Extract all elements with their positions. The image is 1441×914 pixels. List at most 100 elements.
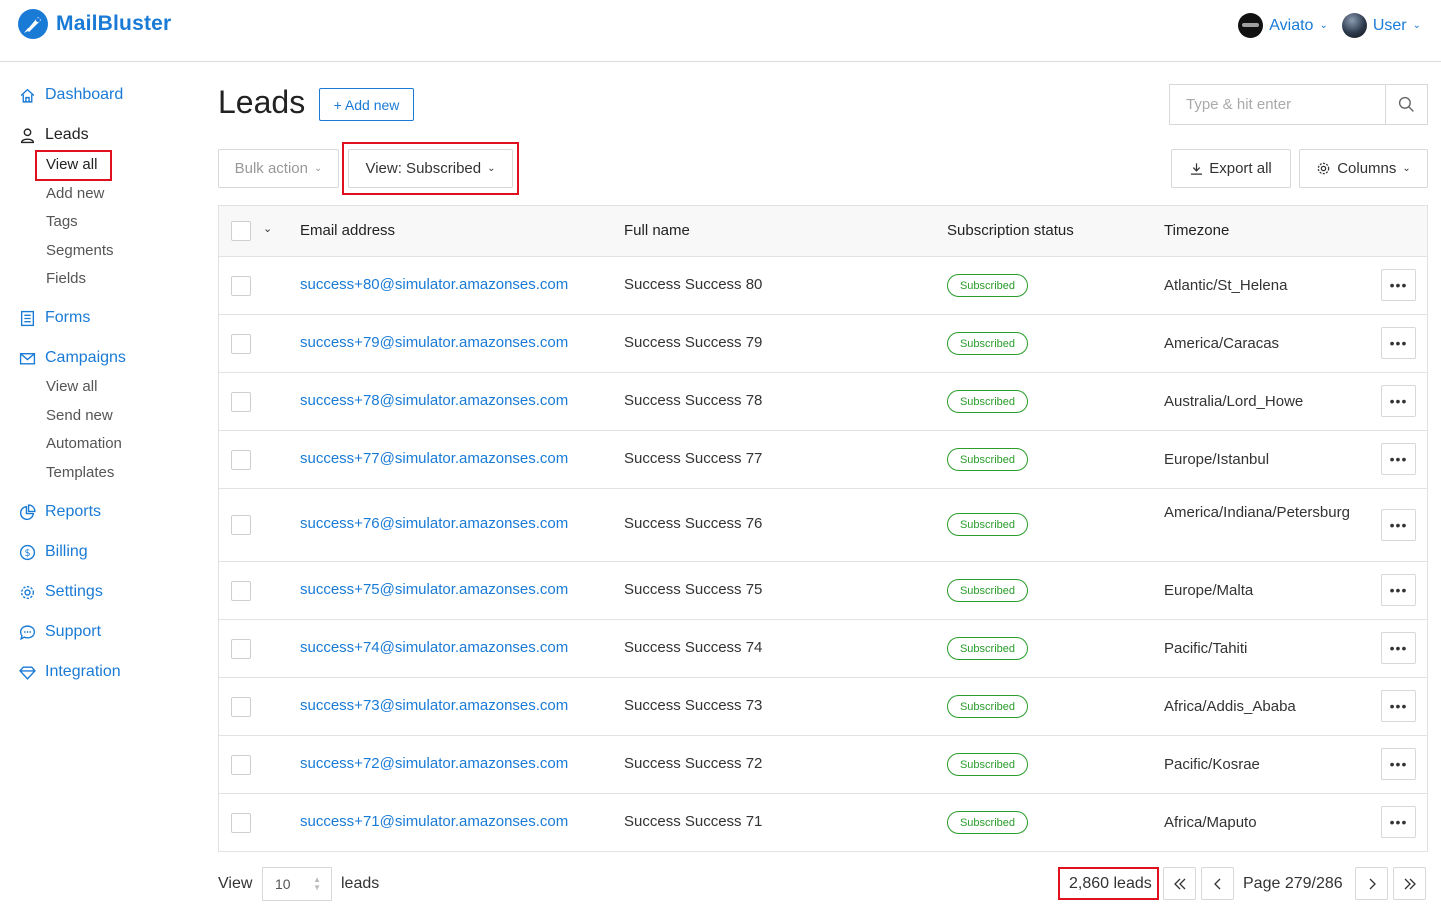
double-chevron-left-icon [1173,878,1185,889]
sidebar-item-label: Dashboard [45,86,124,103]
sidebar-item-dashboard[interactable]: Dashboard [19,86,123,104]
lead-email-link[interactable]: success+74@simulator.amazonses.com [300,639,568,656]
lead-full-name: Success Success 73 [624,697,763,714]
sidebar-item-campaigns[interactable]: Campaigns [19,349,126,367]
brand-logo[interactable]: MailBluster [18,9,171,39]
first-page-button[interactable] [1163,867,1196,900]
sidebar-item-reports[interactable]: Reports [19,503,101,521]
search-icon [1398,96,1414,112]
sidebar-item-label: Settings [45,583,103,600]
per-page-stepper[interactable]: 10 ▲ ▼ [262,867,332,901]
sidebar-subitem-leads-view-all[interactable]: View all [46,156,97,173]
lead-email-link[interactable]: success+77@simulator.amazonses.com [300,450,568,467]
page-title: Leads [218,84,306,120]
add-new-lead-button[interactable]: + Add new [319,88,414,121]
total-leads-count: 2,860 leads [1069,875,1152,892]
org-switcher[interactable]: Aviato ⌄ [1238,13,1328,38]
sidebar-item-settings[interactable]: Settings [19,583,103,601]
sidebar-item-leads[interactable]: Leads [19,126,89,144]
row-actions-button[interactable]: ••• [1381,806,1416,838]
next-page-button[interactable] [1355,867,1388,900]
row-checkbox[interactable] [231,392,251,412]
status-badge: Subscribed [947,811,1028,834]
per-page-prefix: View [218,875,253,892]
sidebar-subitem-automation[interactable]: Automation [46,435,122,452]
sidebar-subitem-templates[interactable]: Templates [46,464,114,481]
lead-email-link[interactable]: success+75@simulator.amazonses.com [300,581,568,598]
last-page-button[interactable] [1393,867,1426,900]
sidebar-subitem-campaigns-view-all[interactable]: View all [46,378,97,395]
bulk-action-dropdown[interactable]: Bulk action ⌄ [218,149,339,188]
table-row: success+74@simulator.amazonses.com Succe… [219,620,1427,678]
sidebar-item-support[interactable]: Support [19,623,101,641]
row-actions-button[interactable]: ••• [1381,443,1416,475]
row-checkbox[interactable] [231,639,251,659]
row-actions-button[interactable]: ••• [1381,327,1416,359]
table-header: ⌄ Email address Full name Subscription s… [219,206,1427,257]
export-all-button[interactable]: Export all [1171,149,1291,188]
dollar-icon: $ [19,544,36,560]
column-header-timezone[interactable]: Timezone [1164,222,1229,239]
chevron-down-icon: ⌄ [1412,20,1421,31]
envelope-icon [19,352,36,365]
lead-timezone: Africa/Addis_Ababa [1164,698,1296,715]
lead-full-name: Success Success 74 [624,639,763,656]
select-all-checkbox[interactable] [231,221,251,241]
chevron-down-icon[interactable]: ⌄ [263,222,272,235]
row-actions-button[interactable]: ••• [1381,385,1416,417]
status-badge: Subscribed [947,448,1028,471]
column-header-full-name[interactable]: Full name [624,222,690,239]
sidebar-subitem-tags[interactable]: Tags [46,213,78,230]
row-checkbox[interactable] [231,276,251,296]
lead-email-link[interactable]: success+73@simulator.amazonses.com [300,697,568,714]
stepper-arrows-icon: ▲ ▼ [313,875,321,892]
export-all-label: Export all [1209,160,1272,177]
row-checkbox[interactable] [231,755,251,775]
row-actions-button[interactable]: ••• [1381,574,1416,606]
lead-email-link[interactable]: success+79@simulator.amazonses.com [300,334,568,351]
lead-email-link[interactable]: success+72@simulator.amazonses.com [300,755,568,772]
lead-email-link[interactable]: success+78@simulator.amazonses.com [300,392,568,409]
lead-email-link[interactable]: success+71@simulator.amazonses.com [300,813,568,830]
column-header-email[interactable]: Email address [300,222,395,239]
previous-page-button[interactable] [1201,867,1234,900]
row-actions-button[interactable]: ••• [1381,690,1416,722]
table-row: success+76@simulator.amazonses.com Succe… [219,489,1427,562]
sidebar-subitem-send-new[interactable]: Send new [46,407,113,424]
row-actions-button[interactable]: ••• [1381,748,1416,780]
leads-table: ⌄ Email address Full name Subscription s… [218,205,1428,852]
org-avatar [1238,13,1264,38]
status-badge: Subscribed [947,274,1028,297]
table-row: success+79@simulator.amazonses.com Succe… [219,315,1427,373]
columns-dropdown[interactable]: Columns ⌄ [1299,149,1428,188]
sidebar-item-label: Leads [45,126,89,143]
sidebar-item-label: Integration [45,663,121,680]
search-input[interactable] [1170,85,1385,124]
row-actions-button[interactable]: ••• [1381,509,1416,541]
sidebar-subitem-segments[interactable]: Segments [46,242,114,259]
sidebar-subitem-leads-add-new[interactable]: Add new [46,185,104,202]
brand-name: MailBluster [56,12,172,35]
sidebar-item-billing[interactable]: $ Billing [19,543,88,561]
search-button[interactable] [1385,85,1427,124]
lead-email-link[interactable]: success+80@simulator.amazonses.com [300,276,568,293]
sidebar-item-forms[interactable]: Forms [19,309,90,327]
column-header-subscription-status[interactable]: Subscription status [947,222,1074,239]
sidebar-item-label: Support [45,623,102,640]
row-checkbox[interactable] [231,581,251,601]
sidebar-subitem-fields[interactable]: Fields [46,270,86,287]
view-filter-dropdown[interactable]: View: Subscribed ⌄ [348,149,513,188]
row-actions-button[interactable]: ••• [1381,632,1416,664]
row-actions-button[interactable]: ••• [1381,269,1416,301]
row-checkbox[interactable] [231,813,251,833]
row-checkbox[interactable] [231,450,251,470]
row-checkbox[interactable] [231,334,251,354]
org-name: Aviato [1269,16,1314,34]
lead-timezone: America/Caracas [1164,335,1280,352]
row-checkbox[interactable] [231,515,251,535]
lead-email-link[interactable]: success+76@simulator.amazonses.com [300,515,568,532]
user-menu[interactable]: User ⌄ [1341,13,1421,38]
status-badge: Subscribed [947,695,1028,718]
row-checkbox[interactable] [231,697,251,717]
sidebar-item-integration[interactable]: Integration [19,663,121,681]
